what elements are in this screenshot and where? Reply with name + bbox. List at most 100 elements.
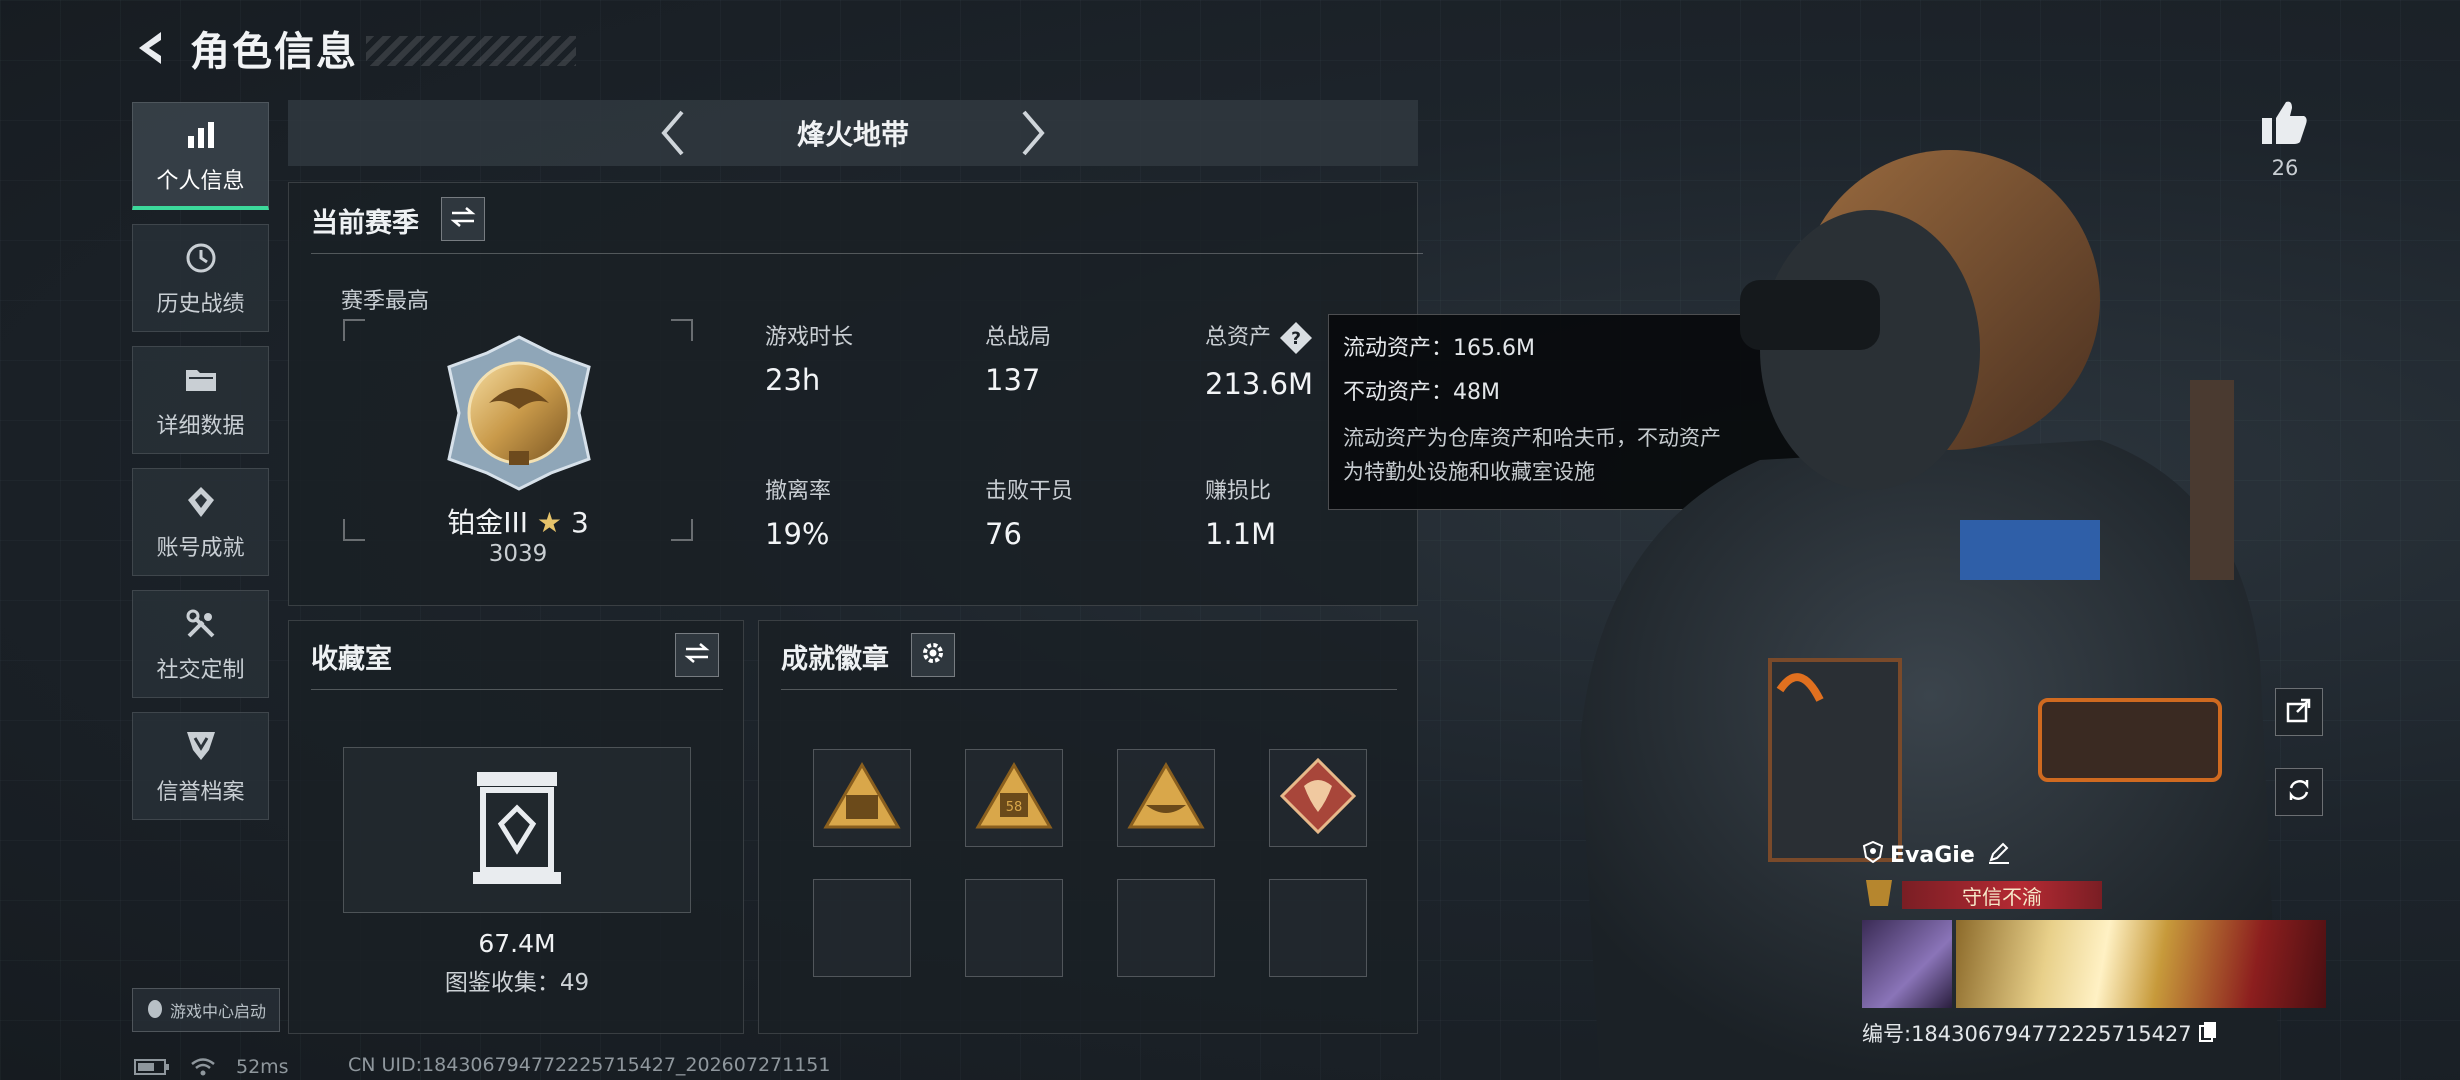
swap-icon: [450, 206, 476, 232]
footer-uid: CN UID:184306794772225715427_20260727115…: [348, 1054, 831, 1076]
stat-label: 撤离率: [765, 479, 832, 504]
player-profile: EvaGie 守信不渝 编号:1843067947722257154​27: [1862, 840, 2326, 1048]
badge-slot-empty[interactable]: [1117, 879, 1215, 977]
badge-slot[interactable]: [813, 749, 911, 847]
like-button[interactable]: 26: [2260, 98, 2310, 180]
refresh-button[interactable]: [2275, 768, 2323, 816]
badge-slot-empty[interactable]: [813, 879, 911, 977]
page-title: 角色信息: [190, 29, 358, 75]
badge-slot[interactable]: [1117, 749, 1215, 847]
star-icon: ★: [536, 506, 563, 539]
sidebar-item-social-custom[interactable]: 社交定制: [132, 590, 269, 698]
stat-value: 23h: [765, 363, 821, 397]
history-icon: [181, 238, 221, 278]
vault-preview: [343, 747, 691, 913]
collection-value: 67.4M: [478, 929, 556, 958]
help-icon[interactable]: ?: [1279, 321, 1313, 355]
gear-icon: [920, 640, 946, 670]
sidebar-item-label: 信誉档案: [156, 780, 245, 805]
stat-value: 76: [985, 517, 1022, 551]
penguin-icon: [146, 998, 164, 1022]
season-title: 当前赛季: [311, 208, 419, 239]
collection-switch-button[interactable]: [675, 633, 719, 677]
copy-icon[interactable]: [2198, 1020, 2218, 1047]
stat-label: 总资产: [1205, 325, 1272, 350]
badges-settings-button[interactable]: [911, 633, 955, 677]
season-panel: 当前赛季 赛季最高 铂金III ★ 3 3039 游戏时长 23h 总战局 13…: [288, 182, 1423, 606]
badges-panel: 成就徽章 58: [758, 620, 1418, 1034]
stat-label: 游戏时长: [765, 325, 854, 350]
sidebar-item-personal-info[interactable]: 个人信息: [132, 102, 269, 210]
season-switch-button[interactable]: [441, 197, 485, 241]
stat-label: 击败干员: [985, 479, 1074, 504]
swap-icon: [684, 642, 710, 668]
sidebar-item-label: 账号成就: [156, 536, 245, 561]
stat-value: 19%: [765, 517, 830, 551]
header: 角色信息: [130, 18, 576, 78]
wifi-icon: [190, 1057, 216, 1077]
rank-emblem-icon: [439, 333, 599, 497]
stat-value: 213.6M: [1205, 367, 1314, 401]
badge-soldiers-icon: [822, 761, 902, 835]
title-decoration: [366, 36, 576, 66]
back-arrow-icon[interactable]: [130, 27, 172, 69]
tools-icon: [181, 604, 221, 644]
season-best-label: 赛季最高: [341, 289, 430, 314]
badge-slot[interactable]: [1269, 749, 1367, 847]
mode-selector: 烽火地带: [288, 100, 1418, 166]
share-icon: [2285, 696, 2313, 728]
stat-value: 137: [985, 363, 1041, 397]
sidebar-item-credit-record[interactable]: 信誉档案: [132, 712, 269, 820]
stat-profit-ratio: 赚损比 1.1M: [1205, 473, 1276, 551]
sidebar-item-achievements[interactable]: 账号成就: [132, 468, 269, 576]
sidebar-item-label: 详细数据: [156, 414, 245, 439]
badge-dragon-icon: [1278, 756, 1358, 840]
badges-divider: [781, 689, 1397, 690]
player-uid: 编号:1843067947722257154​27: [1862, 1022, 2192, 1046]
collection-panel[interactable]: 收藏室 67.4M 图鉴收集：49: [288, 620, 744, 1034]
vault-icon: [467, 768, 567, 892]
player-banner: [1862, 920, 2326, 1008]
folder-icon: [181, 360, 221, 400]
edit-icon[interactable]: [1987, 840, 2011, 870]
rank-name: 铂金III: [447, 506, 529, 539]
badge-slot-empty[interactable]: [965, 879, 1063, 977]
status-bar: 52ms: [134, 1054, 309, 1080]
game-center-button[interactable]: 游戏中心启动: [132, 988, 280, 1032]
player-badge-icon: [1862, 840, 1884, 869]
sidebar: 个人信息 历史战绩 详细数据 账号成就 社交定制 信誉档案: [132, 102, 269, 834]
credit-rank-icon: [1862, 878, 1896, 912]
collection-count: 图鉴收集：49: [444, 970, 590, 996]
badge-slot[interactable]: 58: [965, 749, 1063, 847]
chevron-right-icon[interactable]: [1003, 103, 1063, 163]
rank-name-row: 铂金III ★ 3: [343, 501, 693, 541]
stat-total-assets: 总资产 ? 213.6M: [1205, 319, 1313, 401]
badge-slot-empty[interactable]: [1269, 879, 1367, 977]
rank-score: 3039: [488, 541, 548, 567]
refresh-icon: [2285, 776, 2313, 808]
share-button[interactable]: [2275, 688, 2323, 736]
player-name: EvaGie: [1890, 842, 1975, 868]
badges-title: 成就徽章: [781, 644, 889, 675]
shield-icon: [181, 726, 221, 766]
stat-kills: 击败干员 76: [985, 473, 1073, 551]
collection-title: 收藏室: [311, 644, 392, 675]
chevron-left-icon[interactable]: [643, 103, 703, 163]
sidebar-item-history[interactable]: 历史战绩: [132, 224, 269, 332]
stat-label: 赚损比: [1205, 479, 1272, 504]
rank-stars: 3: [570, 506, 589, 539]
sidebar-item-detailed-data[interactable]: 详细数据: [132, 346, 269, 454]
battery-icon: [134, 1058, 170, 1076]
player-title: 守信不渝: [1902, 881, 2102, 909]
bar-chart-icon: [181, 115, 221, 155]
badge-boat-icon: [1126, 761, 1206, 835]
sidebar-item-label: 历史战绩: [156, 292, 245, 317]
svg-text:58: 58: [1006, 800, 1023, 815]
stat-value: 1.1M: [1205, 517, 1277, 551]
stat-extract-rate: 撤离率 19%: [765, 473, 831, 551]
sidebar-item-label: 个人信息: [156, 168, 245, 194]
ping-value: 52ms: [236, 1056, 289, 1078]
svg-text:?: ?: [1291, 329, 1301, 349]
avatar[interactable]: [1862, 920, 1952, 1008]
mode-name: 烽火地带: [796, 118, 909, 151]
